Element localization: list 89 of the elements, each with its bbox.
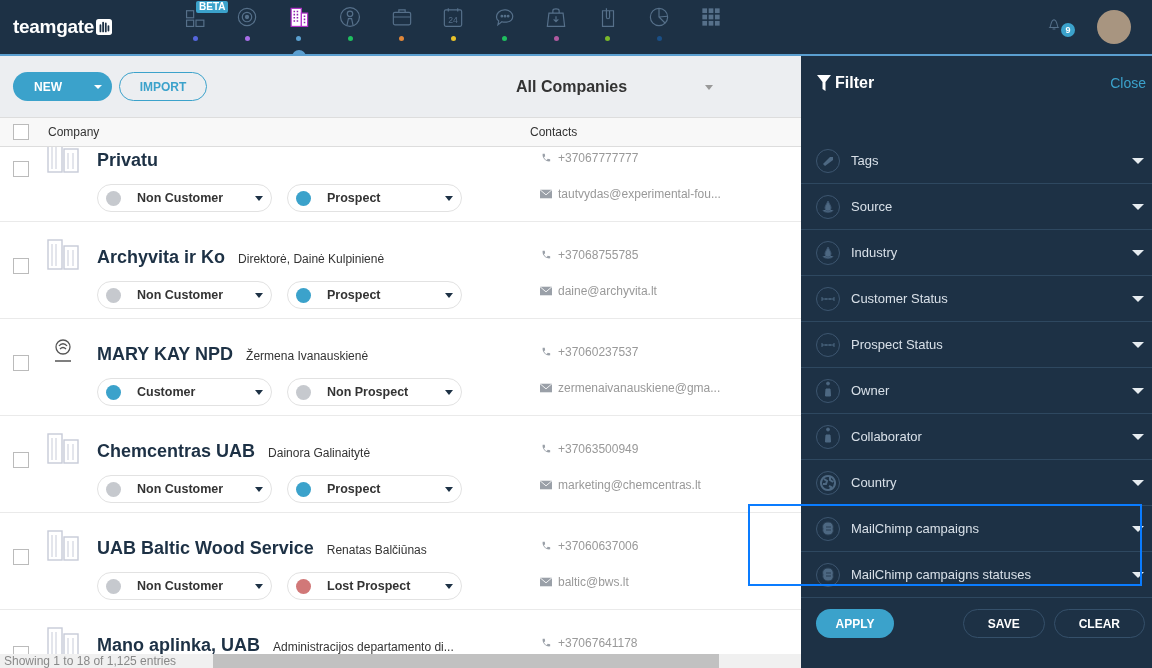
range-icon [816,286,840,311]
phone-icon [540,153,552,163]
filter-item[interactable]: MailChimp campaigns [801,506,1152,552]
status-label: Non Customer [137,482,225,496]
contact-name[interactable]: Administracijos departamento di... [273,640,454,654]
row-checkbox[interactable] [13,161,29,177]
row-checkbox[interactable] [13,258,29,274]
chat-icon[interactable] [493,6,516,28]
building-icon [47,238,79,270]
building-icon[interactable] [287,6,310,28]
target-icon[interactable] [236,6,259,28]
globe-icon [816,470,840,495]
panel-title: Filter [835,73,875,92]
status-label: Lost Prospect [327,579,412,593]
filter-item[interactable]: Country [801,460,1152,506]
status-label: Non Prospect [327,385,410,399]
filter-item[interactable]: Customer Status [801,276,1152,322]
range-icon [816,332,840,357]
person-icon [816,378,840,403]
person-icon [816,424,840,449]
customer-status-dropdown[interactable]: Non Customer [97,281,272,309]
row-checkbox[interactable] [13,549,29,565]
filter-item[interactable]: Owner [801,368,1152,414]
bag-icon[interactable] [545,6,568,28]
filter-item[interactable]: MailChimp campaigns statuses [801,552,1152,598]
brand-logo[interactable]: teamgate [13,16,158,38]
company-name[interactable]: UAB Baltic Wood Service [97,538,314,559]
filter-item[interactable]: Source [801,184,1152,230]
phone-icon [540,541,552,551]
contact-name[interactable]: Direktorė, Dainė Kulpinienė [238,252,385,266]
drop-icon [816,240,840,265]
company-name[interactable]: MARY KAY NPD [97,344,234,365]
status-label: Prospect [327,482,382,496]
person-icon[interactable] [339,6,362,28]
select-all-checkbox[interactable] [13,124,29,140]
row-checkbox[interactable] [13,355,29,371]
company-name[interactable]: Archyvita ir Ko [97,247,226,268]
phone-icon [540,347,552,357]
status-label: Non Customer [137,191,225,205]
prospect-status-dropdown[interactable]: Non Prospect [287,378,462,406]
mail-icon [540,480,552,490]
filter-item[interactable]: Industry [801,230,1152,276]
filter-item[interactable]: Collaborator [801,414,1152,460]
view-dropdown[interactable]: All Companies [516,77,714,96]
notification-count: 9 [1061,23,1075,37]
column-header: Company [48,125,101,139]
prospect-status-dropdown[interactable]: Prospect [287,184,462,212]
column-header: Contacts [530,125,578,139]
beta-badge: BETA [196,1,229,13]
pie-icon[interactable] [648,6,671,28]
phone-icon [540,638,552,648]
company-name[interactable]: Privatu [97,150,159,171]
tag-icon [816,148,840,173]
customer-status-dropdown[interactable]: Non Customer [97,184,272,212]
mail-icon [540,286,552,296]
row-checkbox[interactable] [13,452,29,468]
company-name[interactable]: Chemcentras UAB [97,441,256,462]
filter-item[interactable]: Prospect Status [801,322,1152,368]
contact-name[interactable]: Žermena Ivanauskienė [246,349,369,363]
customer-status-dropdown[interactable]: Non Customer [97,572,272,600]
drop-icon [816,194,840,219]
prospect-status-dropdown[interactable]: Prospect [287,475,462,503]
company-name[interactable]: Mano aplinka, UAB [97,635,261,654]
status-label: Customer [137,385,197,399]
mail-icon [540,383,552,393]
close-link[interactable]: Close [1110,74,1146,91]
filter-icon [817,74,831,91]
customer-status-dropdown[interactable]: Customer [97,378,272,406]
phone-icon [540,444,552,454]
status-label: Non Customer [137,579,225,593]
mail-icon [540,577,552,587]
avatar[interactable] [1097,10,1131,44]
status-label: Non Customer [137,288,225,302]
building-icon [47,432,79,464]
scrollbar-thumb[interactable] [213,654,719,668]
filter-item[interactable]: Tags [801,138,1152,184]
status-label: Prospect [327,288,382,302]
customer-status-dropdown[interactable]: Non Customer [97,475,272,503]
prospect-status-dropdown[interactable]: Lost Prospect [287,572,462,600]
building-icon [47,529,79,561]
entries-count: Showing 1 to 18 of 1,125 entries [3,654,178,668]
mail-icon [540,189,552,199]
status-label: Prospect [327,191,382,205]
contact-name[interactable]: Dainora Galinaitytė [268,446,371,460]
prospect-status-dropdown[interactable]: Prospect [287,281,462,309]
phone-icon [540,250,552,260]
briefcase-icon[interactable] [390,6,413,28]
contact-name[interactable]: Renatas Balčiūnas [326,543,427,557]
grid-icon[interactable] [699,6,722,28]
